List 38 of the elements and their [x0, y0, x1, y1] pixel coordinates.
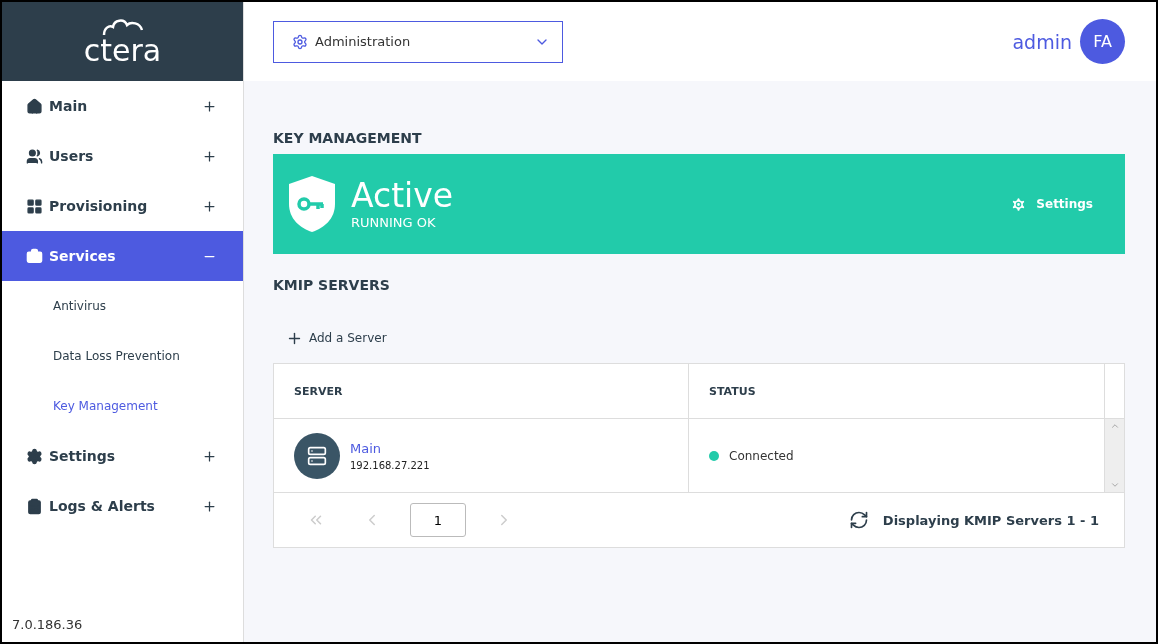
refresh-icon[interactable] — [848, 510, 869, 530]
section-title: KMIP SERVERS — [273, 275, 391, 295]
grid-icon — [26, 197, 43, 215]
avatar[interactable]: FA — [1080, 19, 1125, 64]
plus-icon[interactable] — [202, 448, 217, 464]
plus-icon[interactable] — [202, 198, 217, 214]
add-server-button[interactable]: Add a Server — [273, 313, 387, 363]
users-icon — [26, 147, 43, 165]
nav-subitem[interactable]: Data Loss Prevention — [2, 331, 243, 381]
dropdown[interactable]: Administration — [273, 20, 563, 63]
column-header: STATUS — [689, 364, 1105, 418]
page-field[interactable]: 1 — [410, 503, 466, 537]
status-text: Connected — [729, 448, 794, 463]
settings-icon — [1010, 195, 1028, 213]
plus-icon[interactable] — [202, 148, 217, 164]
server-icon — [294, 432, 340, 479]
nav-item[interactable]: Users — [2, 131, 243, 181]
logo: ctera — [83, 17, 162, 66]
plus-icon[interactable] — [202, 98, 217, 114]
user-name[interactable]: admin — [1012, 30, 1072, 53]
nav-item[interactable]: Services — [2, 231, 243, 281]
section-title: KEY MANAGEMENT — [273, 128, 423, 148]
nav-item[interactable]: Settings — [2, 431, 243, 481]
nav-item[interactable]: Provisioning — [2, 181, 243, 231]
status-title: Active — [351, 178, 455, 215]
briefcase-icon — [26, 247, 43, 265]
column-header: SERVER — [274, 364, 689, 418]
nav-item[interactable]: Main — [2, 81, 243, 131]
nav-item[interactable]: Logs & Alerts — [2, 481, 243, 531]
nav-subitem[interactable]: Antivirus — [2, 281, 243, 331]
pagination-summary: Displaying KMIP Servers 1 - 1 — [882, 512, 1099, 528]
shield-key-icon — [287, 174, 337, 234]
version-text: 7.0.186.36 — [11, 617, 84, 634]
nav-subitem[interactable]: Key Management — [2, 381, 243, 431]
status-subtitle: RUNNING OK — [351, 214, 437, 230]
plus-icon[interactable] — [202, 498, 217, 514]
server-address: 192.168.27.221 — [350, 459, 430, 471]
server-link[interactable]: Main — [350, 440, 430, 456]
